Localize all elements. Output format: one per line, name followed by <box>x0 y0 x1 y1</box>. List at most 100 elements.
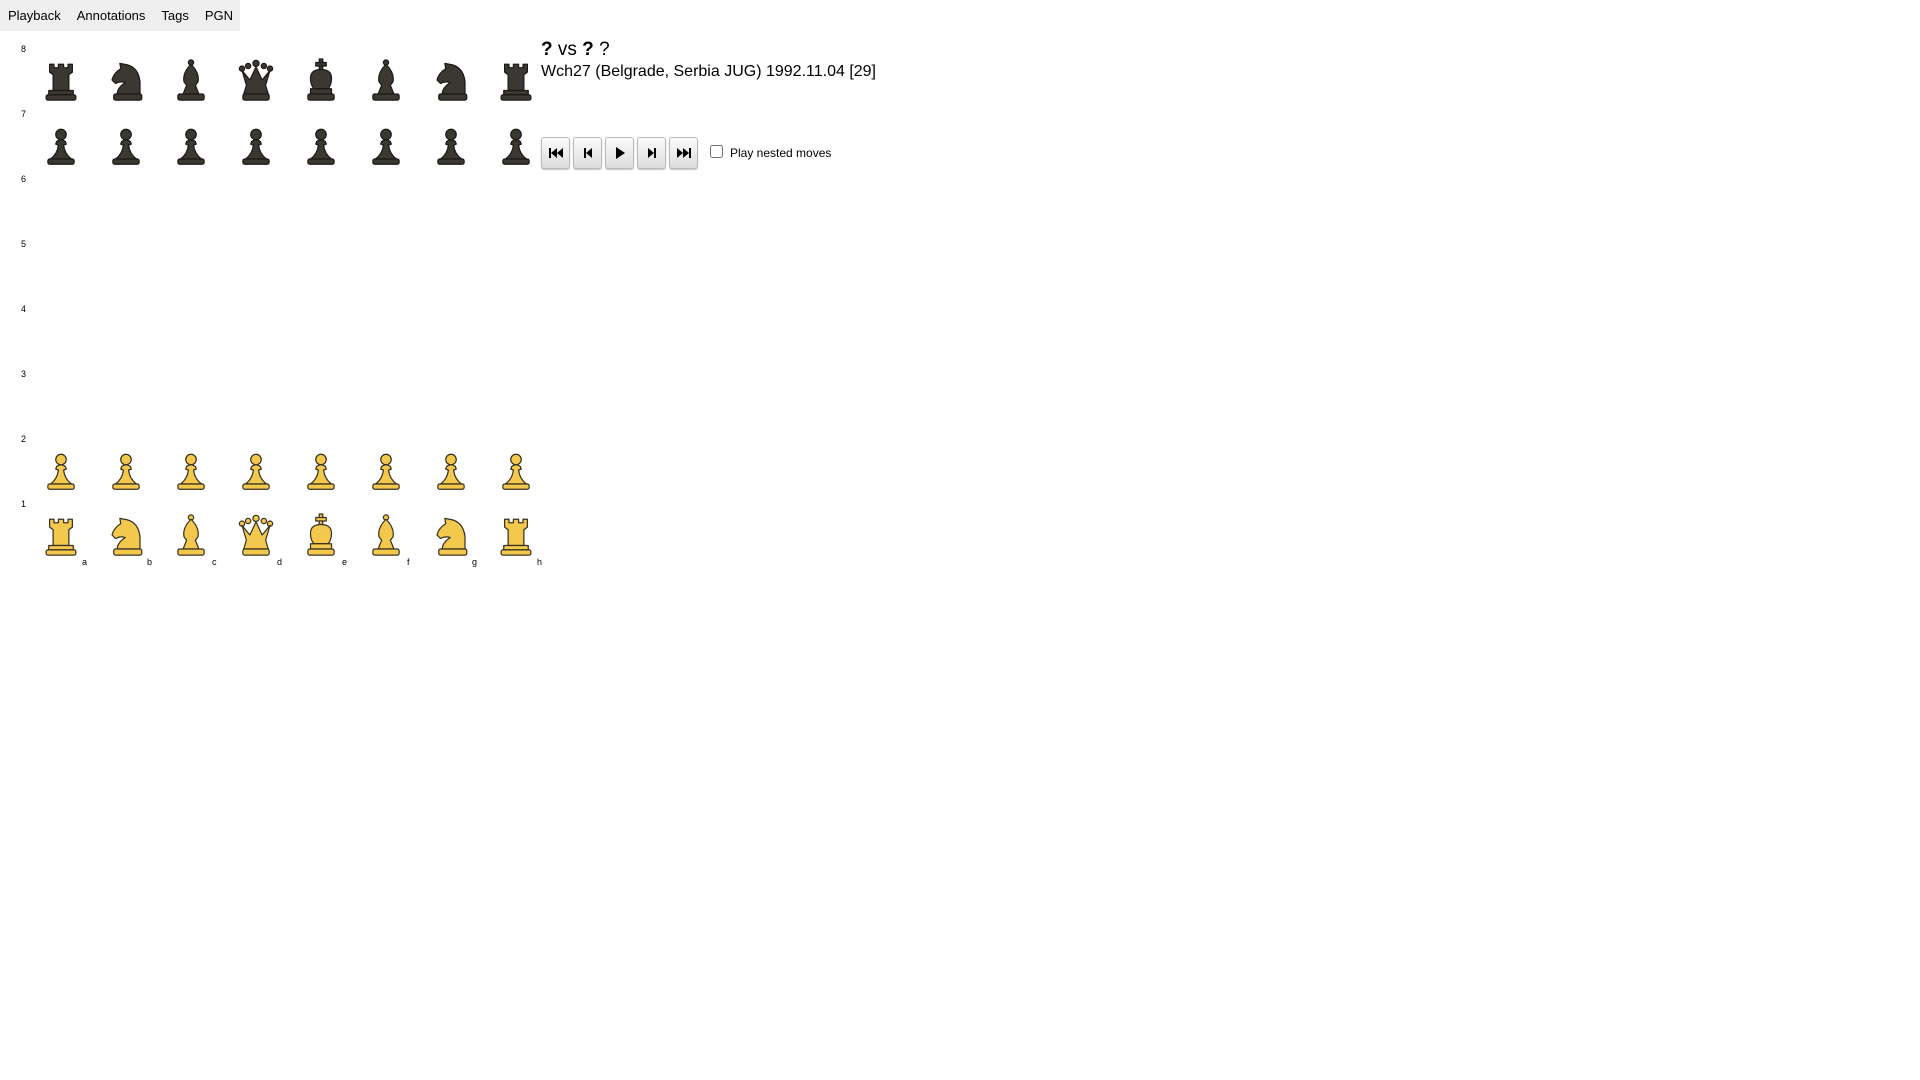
tab-tags[interactable]: Tags <box>153 0 196 31</box>
square-h7[interactable] <box>483 115 548 180</box>
square-f6[interactable] <box>353 180 418 245</box>
play-nested-moves-checkbox[interactable] <box>710 144 723 158</box>
white-pawn-icon[interactable] <box>300 446 342 494</box>
white-rook-icon[interactable] <box>495 511 537 559</box>
white-pawn-icon[interactable] <box>495 446 537 494</box>
square-g5[interactable] <box>418 245 483 310</box>
square-d1[interactable] <box>223 505 288 570</box>
square-g2[interactable] <box>418 440 483 505</box>
square-a2[interactable] <box>28 440 93 505</box>
white-pawn-icon[interactable] <box>170 446 212 494</box>
square-c2[interactable] <box>158 440 223 505</box>
square-a1[interactable] <box>28 505 93 570</box>
white-knight-icon[interactable] <box>105 511 147 559</box>
square-e4[interactable] <box>288 310 353 375</box>
black-pawn-icon[interactable] <box>495 121 537 169</box>
square-e8[interactable] <box>288 50 353 115</box>
last-move-button[interactable] <box>669 137 698 169</box>
first-move-button[interactable] <box>541 137 570 169</box>
square-g8[interactable] <box>418 50 483 115</box>
square-c3[interactable] <box>158 375 223 440</box>
black-pawn-icon[interactable] <box>365 121 407 169</box>
square-h1[interactable] <box>483 505 548 570</box>
play-button[interactable] <box>605 137 634 169</box>
square-e7[interactable] <box>288 115 353 180</box>
square-b8[interactable] <box>93 50 158 115</box>
square-b3[interactable] <box>93 375 158 440</box>
white-pawn-icon[interactable] <box>105 446 147 494</box>
black-pawn-icon[interactable] <box>105 121 147 169</box>
white-pawn-icon[interactable] <box>365 446 407 494</box>
tab-pgn[interactable]: PGN <box>197 0 241 31</box>
square-f3[interactable] <box>353 375 418 440</box>
square-g4[interactable] <box>418 310 483 375</box>
white-king-icon[interactable] <box>300 511 342 559</box>
play-nested-moves-option[interactable]: Play nested moves <box>710 144 831 160</box>
black-bishop-icon[interactable] <box>365 56 407 104</box>
black-bishop-icon[interactable] <box>170 56 212 104</box>
next-move-button[interactable] <box>637 137 666 169</box>
black-king-icon[interactable] <box>300 56 342 104</box>
square-b1[interactable] <box>93 505 158 570</box>
tab-annotations[interactable]: Annotations <box>69 0 154 31</box>
square-d7[interactable] <box>223 115 288 180</box>
black-pawn-icon[interactable] <box>235 121 277 169</box>
square-e2[interactable] <box>288 440 353 505</box>
square-e5[interactable] <box>288 245 353 310</box>
square-e3[interactable] <box>288 375 353 440</box>
square-d2[interactable] <box>223 440 288 505</box>
black-rook-icon[interactable] <box>495 56 537 104</box>
square-h2[interactable] <box>483 440 548 505</box>
square-c4[interactable] <box>158 310 223 375</box>
white-knight-icon[interactable] <box>430 511 472 559</box>
square-b7[interactable] <box>93 115 158 180</box>
square-a5[interactable] <box>28 245 93 310</box>
square-d8[interactable] <box>223 50 288 115</box>
square-d6[interactable] <box>223 180 288 245</box>
black-queen-icon[interactable] <box>235 56 277 104</box>
square-d3[interactable] <box>223 375 288 440</box>
square-g6[interactable] <box>418 180 483 245</box>
square-a3[interactable] <box>28 375 93 440</box>
square-h3[interactable] <box>483 375 548 440</box>
white-bishop-icon[interactable] <box>170 511 212 559</box>
square-e1[interactable] <box>288 505 353 570</box>
square-h6[interactable] <box>483 180 548 245</box>
square-c1[interactable] <box>158 505 223 570</box>
square-g7[interactable] <box>418 115 483 180</box>
previous-move-button[interactable] <box>573 137 602 169</box>
square-b6[interactable] <box>93 180 158 245</box>
white-bishop-icon[interactable] <box>365 511 407 559</box>
square-h4[interactable] <box>483 310 548 375</box>
square-f4[interactable] <box>353 310 418 375</box>
square-f8[interactable] <box>353 50 418 115</box>
square-f5[interactable] <box>353 245 418 310</box>
white-rook-icon[interactable] <box>40 511 82 559</box>
square-b4[interactable] <box>93 310 158 375</box>
black-pawn-icon[interactable] <box>300 121 342 169</box>
black-rook-icon[interactable] <box>40 56 82 104</box>
white-pawn-icon[interactable] <box>235 446 277 494</box>
black-pawn-icon[interactable] <box>170 121 212 169</box>
square-f1[interactable] <box>353 505 418 570</box>
square-d5[interactable] <box>223 245 288 310</box>
square-f2[interactable] <box>353 440 418 505</box>
black-pawn-icon[interactable] <box>430 121 472 169</box>
tab-playback[interactable]: Playback <box>0 0 69 31</box>
square-b5[interactable] <box>93 245 158 310</box>
square-c6[interactable] <box>158 180 223 245</box>
square-c8[interactable] <box>158 50 223 115</box>
white-pawn-icon[interactable] <box>430 446 472 494</box>
square-g3[interactable] <box>418 375 483 440</box>
square-a4[interactable] <box>28 310 93 375</box>
white-queen-icon[interactable] <box>235 511 277 559</box>
square-a8[interactable] <box>28 50 93 115</box>
square-h5[interactable] <box>483 245 548 310</box>
square-g1[interactable] <box>418 505 483 570</box>
white-pawn-icon[interactable] <box>40 446 82 494</box>
square-a6[interactable] <box>28 180 93 245</box>
black-knight-icon[interactable] <box>430 56 472 104</box>
square-c7[interactable] <box>158 115 223 180</box>
square-e6[interactable] <box>288 180 353 245</box>
square-c5[interactable] <box>158 245 223 310</box>
